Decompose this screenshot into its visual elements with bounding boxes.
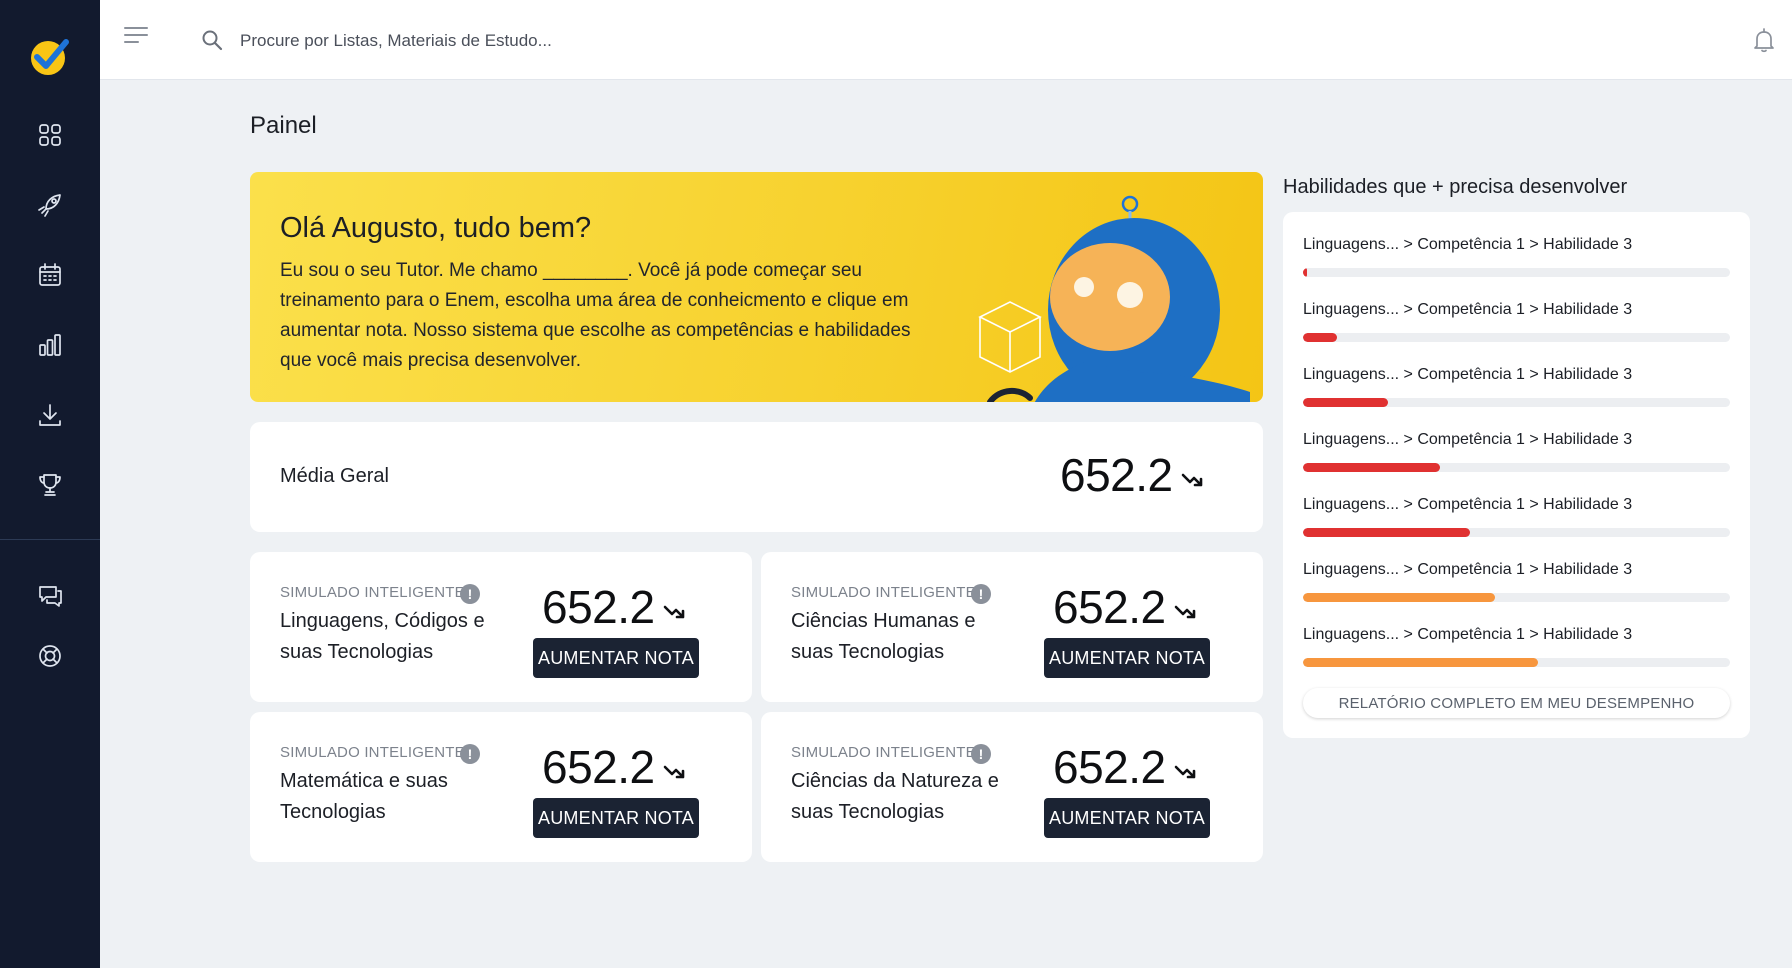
increase-score-button[interactable]: AUMENTAR NOTA [1044, 798, 1210, 838]
trend-down-icon [663, 605, 685, 619]
skill-item[interactable]: Linguagens... > Competência 1 > Habilida… [1303, 301, 1730, 349]
simulado-card-matematica: SIMULADO INTELIGENTE ! Matemática e suas… [250, 712, 752, 862]
increase-score-button[interactable]: AUMENTAR NOTA [533, 638, 699, 678]
trend-down-icon [1174, 765, 1196, 779]
skill-item[interactable]: Linguagens... > Competência 1 > Habilida… [1303, 431, 1730, 479]
menu-icon[interactable] [122, 24, 150, 48]
sidebar-item-statistics[interactable] [32, 327, 68, 363]
download-icon [39, 404, 61, 426]
skill-progress-fill [1303, 528, 1470, 537]
overall-average-score: 652.2 [1060, 449, 1173, 501]
calendar-icon [39, 263, 61, 286]
lifebuoy-icon [39, 645, 61, 667]
simulado-tag: SIMULADO INTELIGENTE [280, 744, 465, 761]
simulado-score: 652.2 [1053, 741, 1166, 793]
rocket-icon [38, 194, 61, 217]
trend-down-icon [663, 765, 685, 779]
search-input[interactable] [240, 24, 840, 58]
sidebar-item-rocket[interactable] [32, 187, 68, 223]
robot-mascot-illustration [978, 195, 1250, 402]
skill-progress-fill [1303, 268, 1308, 277]
simulado-tag: SIMULADO INTELIGENTE [791, 744, 976, 761]
skill-label: Linguagens... > Competência 1 > Habilida… [1303, 301, 1633, 318]
increase-score-button[interactable]: AUMENTAR NOTA [533, 798, 699, 838]
skill-progress-track [1303, 463, 1730, 472]
skill-item[interactable]: Linguagens... > Competência 1 > Habilida… [1303, 561, 1730, 609]
chat-icon [39, 586, 62, 607]
simulado-tag: SIMULADO INTELIGENTE [280, 584, 465, 601]
banner-text: Eu sou o seu Tutor. Me chamo ________. V… [280, 260, 911, 371]
sidebar-item-help[interactable] [32, 638, 68, 674]
sidebar-divider [0, 539, 100, 540]
skill-progress-fill [1303, 398, 1389, 407]
info-icon[interactable]: ! [460, 584, 480, 604]
info-icon[interactable]: ! [971, 584, 991, 604]
sidebar-item-calendar[interactable] [32, 257, 68, 293]
skills-panel-title: Habilidades que + precisa desenvolver [1283, 176, 1628, 198]
skill-progress-fill [1303, 333, 1338, 342]
sidebar-item-messages[interactable] [32, 578, 68, 614]
simulado-area-name: Linguagens, Códigos e suas Tecnologias [280, 610, 485, 663]
sidebar-item-ranking[interactable] [32, 467, 68, 503]
info-icon[interactable]: ! [460, 744, 480, 764]
logo [31, 39, 69, 75]
skill-progress-track [1303, 593, 1730, 602]
simulado-card-ciencias-humanas: SIMULADO INTELIGENTE ! Ciências Humanas … [761, 552, 1263, 702]
trend-down-icon [1181, 473, 1203, 487]
simulado-score: 652.2 [542, 741, 655, 793]
simulado-score: 652.2 [542, 581, 655, 633]
simulado-card-ciencias-natureza: SIMULADO INTELIGENTE ! Ciências da Natur… [761, 712, 1263, 862]
skill-item[interactable]: Linguagens... > Competência 1 > Habilida… [1303, 236, 1730, 284]
simulado-area-name: Ciências Humanas e suas Tecnologias [791, 610, 976, 663]
banner-title: Olá Augusto, tudo bem? [280, 212, 592, 244]
skill-progress-track [1303, 398, 1730, 407]
skill-label: Linguagens... > Competência 1 > Habilida… [1303, 366, 1633, 383]
bar-chart-icon [39, 334, 61, 356]
skill-progress-fill [1303, 463, 1440, 472]
skill-progress-track [1303, 268, 1730, 277]
topbar [100, 0, 1792, 80]
welcome-banner: Olá Augusto, tudo bem? Eu sou o seu Tuto… [250, 172, 1263, 402]
skill-label: Linguagens... > Competência 1 > Habilida… [1303, 431, 1633, 448]
trend-down-icon [1174, 605, 1196, 619]
sidebar-item-dashboard[interactable] [32, 117, 68, 153]
increase-score-button[interactable]: AUMENTAR NOTA [1044, 638, 1210, 678]
dashboard-icon [39, 124, 61, 146]
trophy-icon [39, 474, 61, 496]
skill-progress-fill [1303, 593, 1496, 602]
search-icon [202, 30, 223, 51]
skill-item[interactable]: Linguagens... > Competência 1 > Habilida… [1303, 366, 1730, 414]
bell-icon[interactable] [1750, 26, 1778, 54]
sidebar-item-downloads[interactable] [32, 397, 68, 433]
skills-panel: Linguagens... > Competência 1 > Habilida… [1283, 212, 1750, 738]
skill-progress-track [1303, 658, 1730, 667]
skill-label: Linguagens... > Competência 1 > Habilida… [1303, 236, 1633, 253]
skill-progress-track [1303, 528, 1730, 537]
simulado-card-linguagens: SIMULADO INTELIGENTE ! Linguagens, Códig… [250, 552, 752, 702]
skill-label: Linguagens... > Competência 1 > Habilida… [1303, 496, 1633, 513]
simulado-area-name: Ciências da Natureza e suas Tecnologias [791, 770, 999, 823]
overall-average-label: Média Geral [280, 465, 389, 487]
simulado-area-name: Matemática e suas Tecnologias [280, 770, 448, 823]
skill-item[interactable]: Linguagens... > Competência 1 > Habilida… [1303, 626, 1730, 674]
skill-item[interactable]: Linguagens... > Competência 1 > Habilida… [1303, 496, 1730, 544]
simulado-score: 652.2 [1053, 581, 1166, 633]
page-title: Painel [250, 112, 317, 139]
skill-progress-track [1303, 333, 1730, 342]
full-report-button[interactable]: RELATÓRIO COMPLETO EM MEU DESEMPENHO [1303, 688, 1730, 718]
sidebar [0, 0, 100, 968]
skill-label: Linguagens... > Competência 1 > Habilida… [1303, 561, 1633, 578]
overall-average-card: Média Geral 652.2 [250, 422, 1263, 532]
skill-progress-fill [1303, 658, 1538, 667]
simulado-tag: SIMULADO INTELIGENTE [791, 584, 976, 601]
info-icon[interactable]: ! [971, 744, 991, 764]
skill-label: Linguagens... > Competência 1 > Habilida… [1303, 626, 1633, 643]
